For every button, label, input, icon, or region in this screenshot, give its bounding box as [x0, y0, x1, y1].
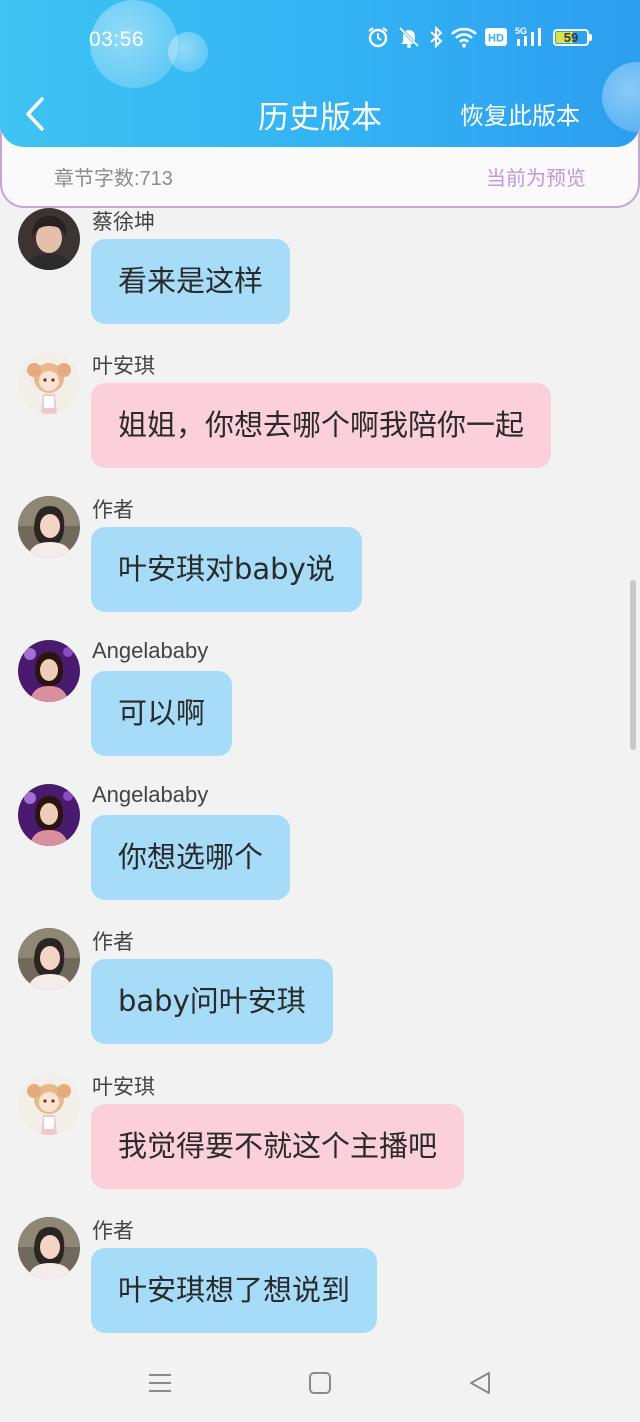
back-triangle-icon — [470, 1372, 490, 1394]
hd-icon: HD — [485, 28, 507, 46]
message-list[interactable]: 蔡徐坤 看来是这样 叶安琪 姐姐，你想去哪个啊我陪你一起 作者 叶安琪对baby… — [0, 208, 640, 1350]
avatar-angelababy-portrait[interactable] — [18, 784, 80, 846]
scrollbar[interactable] — [630, 580, 636, 750]
word-count-label: 章节字数:713 — [54, 168, 173, 190]
avatar-cartoon-girl[interactable] — [18, 1073, 80, 1135]
restore-version-button[interactable]: 恢复此版本 — [460, 96, 580, 131]
alarm-icon — [368, 27, 388, 48]
wifi-icon — [451, 27, 477, 48]
message-bubble[interactable]: 你想选哪个 — [91, 815, 291, 900]
sender-name: 作者 — [92, 930, 134, 954]
header-bar: 03:56 HD 5G 59 历史版本 恢复此版本 — [0, 0, 640, 147]
avatar-male-portrait[interactable] — [18, 208, 80, 270]
message-bubble[interactable]: baby问叶安琪 — [91, 959, 333, 1044]
avatar-author-portrait[interactable] — [18, 1217, 80, 1279]
back-nav-button[interactable] — [465, 1368, 495, 1398]
battery-level: 59 — [563, 29, 579, 45]
message-bubble[interactable]: 叶安琪对baby说 — [91, 527, 362, 612]
avatar-angelababy-portrait[interactable] — [18, 640, 80, 702]
sender-name: 叶安琪 — [92, 1075, 155, 1099]
preview-status-label: 当前为预览 — [486, 166, 586, 190]
mute-bell-icon — [398, 26, 420, 48]
system-nav-bar — [0, 1350, 640, 1422]
status-icons: HD 5G 59 — [367, 26, 592, 48]
avatar-cartoon-girl[interactable] — [18, 352, 80, 414]
battery-icon: 59 — [553, 28, 592, 46]
svg-text:5G: 5G — [515, 26, 527, 36]
avatar-author-portrait[interactable] — [18, 496, 80, 558]
status-time: 03:56 — [89, 28, 145, 51]
sender-name: 蔡徐坤 — [92, 210, 155, 234]
bluetooth-icon — [430, 26, 443, 48]
home-button[interactable] — [305, 1368, 335, 1398]
sender-name: Angelababy — [92, 638, 209, 663]
message-bubble[interactable]: 姐姐，你想去哪个啊我陪你一起 — [91, 383, 552, 468]
sender-name: 叶安琪 — [92, 354, 155, 378]
svg-text:HD: HD — [488, 33, 504, 45]
sender-name: Angelababy — [92, 782, 209, 807]
avatar-author-portrait[interactable] — [18, 928, 80, 990]
decorative-bubble — [168, 32, 208, 72]
message-bubble[interactable]: 叶安琪想了想说到 — [91, 1248, 378, 1333]
message-bubble[interactable]: 可以啊 — [91, 671, 233, 756]
sender-name: 作者 — [92, 498, 134, 522]
menu-button[interactable] — [145, 1368, 175, 1398]
message-bubble[interactable]: 我觉得要不就这个主播吧 — [91, 1104, 465, 1189]
menu-icon — [149, 1374, 171, 1392]
signal-5g-icon: 5G — [515, 26, 541, 46]
message-bubble[interactable]: 看来是这样 — [91, 239, 291, 324]
home-icon — [309, 1372, 331, 1394]
sender-name: 作者 — [92, 1219, 134, 1243]
